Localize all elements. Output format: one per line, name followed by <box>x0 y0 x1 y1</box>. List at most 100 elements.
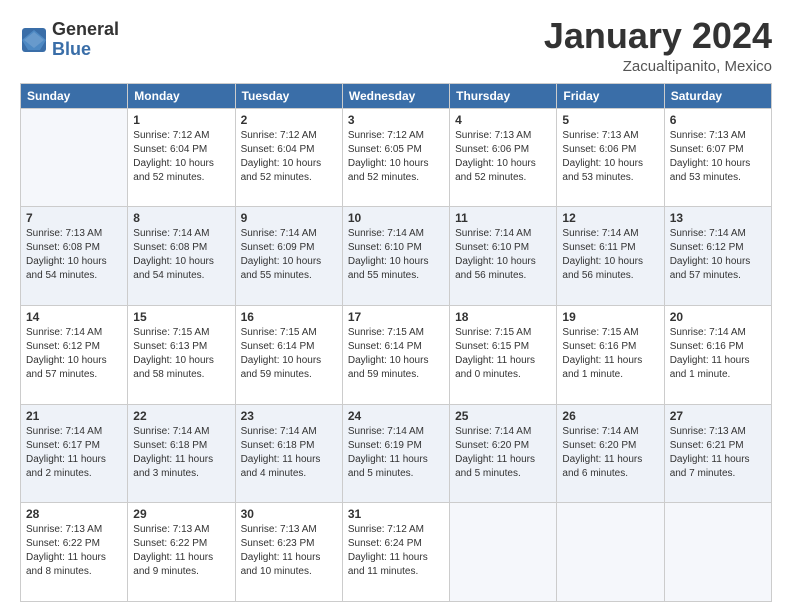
day-info: Sunrise: 7:14 AM Sunset: 6:10 PM Dayligh… <box>455 227 551 283</box>
day-info: Sunrise: 7:14 AM Sunset: 6:17 PM Dayligh… <box>26 425 122 481</box>
day-number: 26 <box>562 409 658 423</box>
calendar-day-28: 28 Sunrise: 7:13 AM Sunset: 6:22 PM Dayli… <box>21 503 128 602</box>
day-number: 5 <box>562 113 658 127</box>
calendar-day-22: 22 Sunrise: 7:14 AM Sunset: 6:18 PM Dayli… <box>128 404 235 503</box>
day-number: 27 <box>670 409 766 423</box>
day-info: Sunrise: 7:13 AM Sunset: 6:22 PM Dayligh… <box>26 523 122 579</box>
calendar-day-23: 23 Sunrise: 7:14 AM Sunset: 6:18 PM Dayli… <box>235 404 342 503</box>
calendar-day-17: 17 Sunrise: 7:15 AM Sunset: 6:14 PM Dayli… <box>342 305 449 404</box>
calendar-header-row: SundayMondayTuesdayWednesdayThursdayFrid… <box>21 83 772 108</box>
day-number: 2 <box>241 113 337 127</box>
calendar-day-20: 20Sunrise: 7:14 AM Sunset: 6:16 PM Dayli… <box>664 305 771 404</box>
calendar-day-7: 7 Sunrise: 7:13 AM Sunset: 6:08 PM Daylig… <box>21 207 128 306</box>
day-number: 1 <box>133 113 229 127</box>
day-info: Sunrise: 7:13 AM Sunset: 6:21 PM Dayligh… <box>670 425 766 481</box>
day-info: Sunrise: 7:15 AM Sunset: 6:14 PM Dayligh… <box>241 326 337 382</box>
header: General Blue January 2024 Zacualtipanito… <box>20 16 772 75</box>
calendar-day-12: 12 Sunrise: 7:14 AM Sunset: 6:11 PM Dayli… <box>557 207 664 306</box>
day-header-friday: Friday <box>557 83 664 108</box>
day-number: 7 <box>26 211 122 225</box>
day-number: 19 <box>562 310 658 324</box>
day-number: 25 <box>455 409 551 423</box>
day-info: Sunrise: 7:14 AM Sunset: 6:08 PM Dayligh… <box>133 227 229 283</box>
day-header-thursday: Thursday <box>450 83 557 108</box>
calendar-day-27: 27 Sunrise: 7:13 AM Sunset: 6:21 PM Dayli… <box>664 404 771 503</box>
calendar-day-6: 6 Sunrise: 7:13 AM Sunset: 6:07 PM Daylig… <box>664 108 771 207</box>
calendar-day-16: 16 Sunrise: 7:15 AM Sunset: 6:14 PM Dayli… <box>235 305 342 404</box>
day-number: 28 <box>26 507 122 521</box>
day-number: 23 <box>241 409 337 423</box>
day-number: 31 <box>348 507 444 521</box>
calendar-week-row: 7 Sunrise: 7:13 AM Sunset: 6:08 PM Daylig… <box>21 207 772 306</box>
day-header-monday: Monday <box>128 83 235 108</box>
day-info: Sunrise: 7:13 AM Sunset: 6:22 PM Dayligh… <box>133 523 229 579</box>
calendar-day-9: 9 Sunrise: 7:14 AM Sunset: 6:09 PM Daylig… <box>235 207 342 306</box>
day-info: Sunrise: 7:15 AM Sunset: 6:14 PM Dayligh… <box>348 326 444 382</box>
calendar-week-row: 1Sunrise: 7:12 AM Sunset: 6:04 PM Daylig… <box>21 108 772 207</box>
calendar-day-30: 30Sunrise: 7:13 AM Sunset: 6:23 PM Dayli… <box>235 503 342 602</box>
day-info: Sunrise: 7:15 AM Sunset: 6:16 PM Dayligh… <box>562 326 658 382</box>
day-info: Sunrise: 7:14 AM Sunset: 6:18 PM Dayligh… <box>133 425 229 481</box>
day-number: 16 <box>241 310 337 324</box>
calendar-day-empty <box>450 503 557 602</box>
day-info: Sunrise: 7:14 AM Sunset: 6:12 PM Dayligh… <box>670 227 766 283</box>
calendar-day-31: 31 Sunrise: 7:12 AM Sunset: 6:24 PM Dayli… <box>342 503 449 602</box>
calendar-day-5: 5 Sunrise: 7:13 AM Sunset: 6:06 PM Daylig… <box>557 108 664 207</box>
calendar-day-3: 3Sunrise: 7:12 AM Sunset: 6:05 PM Daylig… <box>342 108 449 207</box>
calendar-week-row: 14 Sunrise: 7:14 AM Sunset: 6:12 PM Dayli… <box>21 305 772 404</box>
day-info: Sunrise: 7:13 AM Sunset: 6:06 PM Dayligh… <box>562 129 658 185</box>
day-number: 22 <box>133 409 229 423</box>
calendar-day-26: 26Sunrise: 7:14 AM Sunset: 6:20 PM Dayli… <box>557 404 664 503</box>
calendar-day-13: 13 Sunrise: 7:14 AM Sunset: 6:12 PM Dayli… <box>664 207 771 306</box>
day-info: Sunrise: 7:14 AM Sunset: 6:20 PM Dayligh… <box>455 425 551 481</box>
calendar-day-29: 29 Sunrise: 7:13 AM Sunset: 6:22 PM Dayli… <box>128 503 235 602</box>
day-info: Sunrise: 7:13 AM Sunset: 6:07 PM Dayligh… <box>670 129 766 185</box>
day-number: 18 <box>455 310 551 324</box>
day-number: 8 <box>133 211 229 225</box>
day-info: Sunrise: 7:12 AM Sunset: 6:24 PM Dayligh… <box>348 523 444 579</box>
calendar-day-14: 14 Sunrise: 7:14 AM Sunset: 6:12 PM Dayli… <box>21 305 128 404</box>
day-number: 29 <box>133 507 229 521</box>
day-number: 21 <box>26 409 122 423</box>
day-number: 15 <box>133 310 229 324</box>
day-number: 4 <box>455 113 551 127</box>
day-info: Sunrise: 7:14 AM Sunset: 6:11 PM Dayligh… <box>562 227 658 283</box>
calendar-day-21: 21 Sunrise: 7:14 AM Sunset: 6:17 PM Dayli… <box>21 404 128 503</box>
calendar-day-10: 10Sunrise: 7:14 AM Sunset: 6:10 PM Dayli… <box>342 207 449 306</box>
day-info: Sunrise: 7:15 AM Sunset: 6:15 PM Dayligh… <box>455 326 551 382</box>
day-number: 17 <box>348 310 444 324</box>
day-info: Sunrise: 7:13 AM Sunset: 6:06 PM Dayligh… <box>455 129 551 185</box>
location-title: Zacualtipanito, Mexico <box>544 58 772 75</box>
page: General Blue January 2024 Zacualtipanito… <box>0 0 792 612</box>
day-info: Sunrise: 7:14 AM Sunset: 6:10 PM Dayligh… <box>348 227 444 283</box>
logo-blue-text: Blue <box>52 40 119 60</box>
day-number: 9 <box>241 211 337 225</box>
day-number: 24 <box>348 409 444 423</box>
calendar-day-11: 11Sunrise: 7:14 AM Sunset: 6:10 PM Dayli… <box>450 207 557 306</box>
day-number: 12 <box>562 211 658 225</box>
day-number: 14 <box>26 310 122 324</box>
day-header-wednesday: Wednesday <box>342 83 449 108</box>
day-number: 6 <box>670 113 766 127</box>
calendar-day-empty <box>21 108 128 207</box>
day-header-saturday: Saturday <box>664 83 771 108</box>
calendar-day-empty <box>664 503 771 602</box>
logo-icon <box>20 26 48 54</box>
logo-text: General Blue <box>52 20 119 60</box>
day-number: 20 <box>670 310 766 324</box>
day-info: Sunrise: 7:14 AM Sunset: 6:19 PM Dayligh… <box>348 425 444 481</box>
calendar-day-25: 25 Sunrise: 7:14 AM Sunset: 6:20 PM Dayli… <box>450 404 557 503</box>
day-info: Sunrise: 7:14 AM Sunset: 6:09 PM Dayligh… <box>241 227 337 283</box>
day-header-sunday: Sunday <box>21 83 128 108</box>
calendar-table: SundayMondayTuesdayWednesdayThursdayFrid… <box>20 83 772 602</box>
day-info: Sunrise: 7:15 AM Sunset: 6:13 PM Dayligh… <box>133 326 229 382</box>
calendar-day-4: 4 Sunrise: 7:13 AM Sunset: 6:06 PM Daylig… <box>450 108 557 207</box>
day-number: 3 <box>348 113 444 127</box>
calendar-week-row: 21 Sunrise: 7:14 AM Sunset: 6:17 PM Dayli… <box>21 404 772 503</box>
calendar-day-1: 1Sunrise: 7:12 AM Sunset: 6:04 PM Daylig… <box>128 108 235 207</box>
day-number: 13 <box>670 211 766 225</box>
day-info: Sunrise: 7:14 AM Sunset: 6:18 PM Dayligh… <box>241 425 337 481</box>
day-info: Sunrise: 7:14 AM Sunset: 6:12 PM Dayligh… <box>26 326 122 382</box>
calendar-day-24: 24 Sunrise: 7:14 AM Sunset: 6:19 PM Dayli… <box>342 404 449 503</box>
day-info: Sunrise: 7:13 AM Sunset: 6:08 PM Dayligh… <box>26 227 122 283</box>
